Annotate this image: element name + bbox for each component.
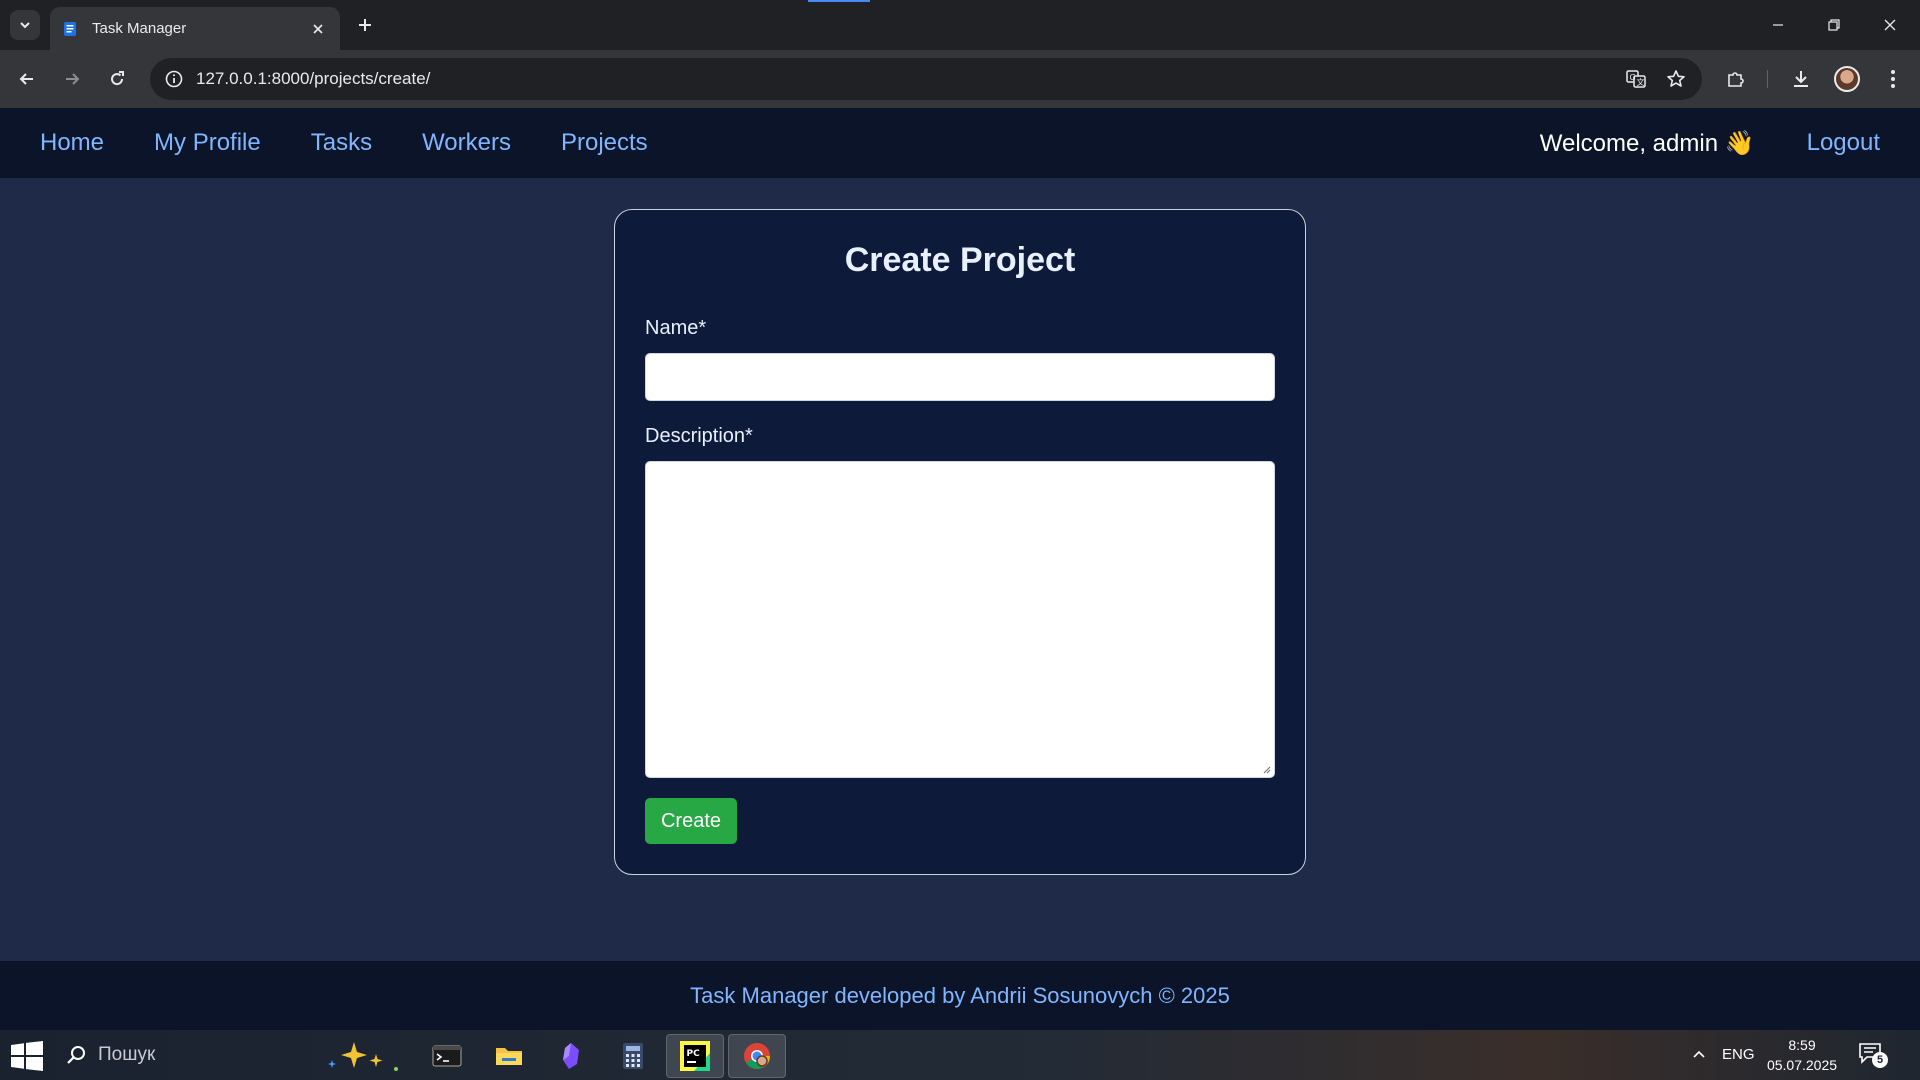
info-icon <box>165 70 183 88</box>
downloads-button[interactable] <box>1786 64 1816 94</box>
download-icon <box>1794 71 1808 87</box>
sparkle-icon <box>328 1042 398 1071</box>
browser-toolbar: 127.0.0.1:8000/projects/create/ G文 <box>0 50 1920 108</box>
reload-button[interactable] <box>102 64 132 94</box>
plus-icon <box>359 19 371 31</box>
arrow-left-icon <box>19 73 33 85</box>
start-button[interactable] <box>10 1041 44 1071</box>
new-tab-button[interactable] <box>352 12 378 38</box>
tab-title: Task Manager <box>92 20 187 37</box>
site-footer: Task Manager developed by Andrii Sosunov… <box>0 961 1920 1030</box>
nav-link-workers[interactable]: Workers <box>422 129 511 157</box>
profile-button[interactable] <box>1832 64 1862 94</box>
tab-search-button[interactable] <box>10 10 40 40</box>
restore-icon <box>1828 19 1840 31</box>
search-icon <box>67 1046 85 1064</box>
taskbar-chrome[interactable] <box>728 1034 786 1078</box>
description-textarea[interactable] <box>645 461 1275 778</box>
nav-link-projects[interactable]: Projects <box>561 129 648 157</box>
minimize-icon <box>1773 24 1783 26</box>
logout-link[interactable]: Logout <box>1807 129 1880 157</box>
site-navbar: Home My Profile Tasks Workers Projects W… <box>0 108 1920 178</box>
nav-link-home[interactable]: Home <box>40 129 104 157</box>
language-indicator[interactable]: ENG <box>1722 1046 1755 1063</box>
window-close-button[interactable] <box>1872 10 1908 40</box>
obsidian-icon <box>563 1043 579 1069</box>
arrow-right-icon <box>66 73 80 85</box>
translate-button[interactable]: G文 <box>1622 65 1650 93</box>
url-text[interactable]: 127.0.0.1:8000/projects/create/ <box>196 69 1622 89</box>
browser-tab[interactable]: Task Manager <box>50 7 340 50</box>
toolbar-divider <box>1767 70 1768 88</box>
clock-date: 05.07.2025 <box>1766 1057 1838 1073</box>
taskbar-pycharm[interactable]: PC <box>666 1034 724 1078</box>
minimize-button[interactable] <box>1760 10 1796 40</box>
copilot-button[interactable] <box>324 1038 400 1074</box>
reload-icon <box>111 71 124 86</box>
svg-text:PC: PC <box>687 1049 701 1059</box>
file-explorer-icon <box>496 1048 522 1065</box>
terminal-icon <box>432 1045 462 1067</box>
create-button[interactable]: Create <box>645 798 737 844</box>
name-input[interactable] <box>645 353 1275 401</box>
avatar <box>1834 66 1860 92</box>
close-icon <box>1884 19 1896 31</box>
page: Home My Profile Tasks Workers Projects W… <box>0 108 1920 1030</box>
svg-text:文: 文 <box>1637 77 1645 87</box>
task-manager-favicon-icon <box>64 21 76 36</box>
more-vertical-icon <box>1891 70 1895 88</box>
extensions-button[interactable] <box>1721 64 1751 94</box>
star-icon <box>1667 70 1685 87</box>
taskbar-clock[interactable]: 8:59 05.07.2025 <box>1762 1035 1842 1075</box>
nav-link-tasks[interactable]: Tasks <box>311 129 372 157</box>
clock-time: 8:59 <box>1788 1037 1816 1053</box>
taskbar-search[interactable]: Пошук <box>66 1040 155 1070</box>
description-label: Description* <box>645 425 753 447</box>
address-bar[interactable]: 127.0.0.1:8000/projects/create/ G文 <box>150 58 1702 100</box>
taskbar: Пошук PC ENG 8:59 05.07.2025 5 <box>0 1030 1920 1080</box>
footer-text: Task Manager developed by Andrii Sosunov… <box>690 982 1230 1008</box>
resize-grip-icon[interactable] <box>1261 764 1271 774</box>
svg-text:G: G <box>1630 73 1636 82</box>
taskbar-file-explorer[interactable] <box>480 1034 538 1078</box>
browser-tab-strip: Task Manager <box>0 0 1920 50</box>
chevron-up-icon <box>1693 1050 1705 1058</box>
tab-close-button[interactable] <box>308 19 328 39</box>
name-label: Name* <box>645 317 707 339</box>
create-project-card: Create Project Name* Description* Create <box>614 209 1306 875</box>
bookmark-button[interactable] <box>1662 65 1690 93</box>
pycharm-icon: PC <box>680 1041 710 1071</box>
taskbar-obsidian[interactable] <box>542 1034 600 1078</box>
site-info-button[interactable] <box>162 67 186 91</box>
tab-loading-indicator <box>808 0 870 2</box>
chevron-down-icon <box>20 22 30 29</box>
search-placeholder: Пошук <box>98 1044 156 1065</box>
close-icon <box>313 23 323 34</box>
nav-link-my-profile[interactable]: My Profile <box>154 129 261 157</box>
notification-center-button[interactable]: 5 <box>1858 1042 1888 1068</box>
windows-logo-icon <box>11 1041 43 1071</box>
restore-button[interactable] <box>1816 10 1852 40</box>
forward-button[interactable] <box>57 64 87 94</box>
calculator-icon <box>623 1043 643 1069</box>
browser-menu-button[interactable] <box>1878 64 1908 94</box>
puzzle-icon <box>1728 72 1744 87</box>
page-title: Create Project <box>844 241 1076 279</box>
taskbar-calculator[interactable] <box>604 1034 662 1078</box>
back-button[interactable] <box>12 64 42 94</box>
tray-overflow-button[interactable] <box>1688 1044 1710 1066</box>
welcome-message: Welcome, admin 👋 <box>1539 129 1755 157</box>
chrome-icon <box>744 1043 771 1069</box>
notification-count-badge: 5 <box>1872 1052 1888 1068</box>
taskbar-terminal[interactable] <box>418 1034 476 1078</box>
translate-icon: G文 <box>1626 70 1646 88</box>
